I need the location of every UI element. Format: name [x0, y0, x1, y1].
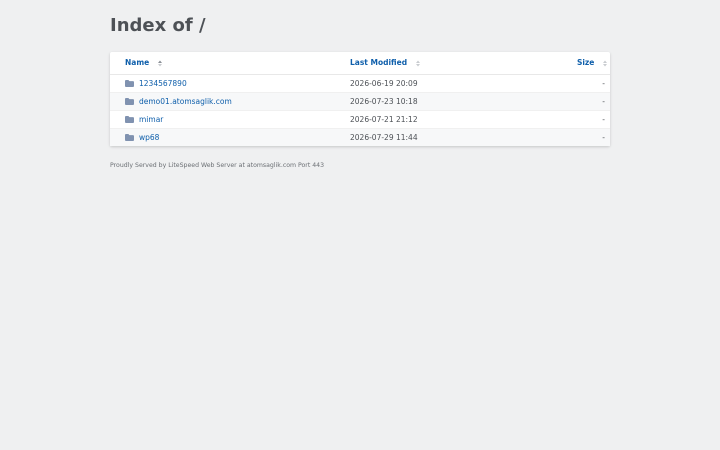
name-cell: wp68 — [110, 128, 350, 146]
folder-link[interactable]: 1234567890 — [139, 79, 187, 88]
column-size-label: Size — [576, 58, 595, 68]
name-cell: mimar — [110, 110, 350, 129]
file-table-card: Name Last Modified Size 1234567890 2026-… — [110, 52, 610, 146]
size-cell: - — [520, 92, 610, 111]
page-title: Index of / — [110, 15, 206, 36]
size-cell: - — [520, 128, 610, 146]
sort-toggle-icon[interactable] — [415, 60, 420, 67]
folder-link[interactable]: wp68 — [139, 133, 159, 142]
modified-cell: 2026-06-19 20:09 — [350, 74, 520, 93]
folder-link[interactable]: mimar — [139, 115, 163, 124]
column-header-modified: Last Modified — [350, 52, 520, 75]
name-cell: demo01.atomsaglik.com — [110, 92, 350, 111]
table-row: mimar 2026-07-21 21:12 - — [110, 110, 610, 129]
modified-cell: 2026-07-29 11:44 — [350, 128, 520, 146]
folder-icon — [125, 80, 134, 87]
table-row: 1234567890 2026-06-19 20:09 - — [110, 74, 610, 93]
sort-asc-icon[interactable] — [157, 60, 162, 67]
file-table: Name Last Modified Size 1234567890 2026-… — [110, 52, 610, 146]
folder-icon — [125, 98, 134, 105]
size-cell: - — [520, 110, 610, 129]
column-name-label: Name — [125, 58, 150, 68]
folder-link[interactable]: demo01.atomsaglik.com — [139, 97, 232, 106]
column-header-name: Name — [110, 52, 350, 75]
size-cell: - — [520, 74, 610, 93]
table-header-row: Name Last Modified Size — [110, 52, 610, 75]
table-row: wp68 2026-07-29 11:44 - — [110, 128, 610, 146]
server-footer: Proudly Served by LiteSpeed Web Server a… — [110, 162, 325, 169]
sort-toggle-icon[interactable] — [603, 60, 607, 67]
modified-cell: 2026-07-23 10:18 — [350, 92, 520, 111]
name-cell: 1234567890 — [110, 74, 350, 93]
sort-by-name-link[interactable]: Name — [125, 58, 149, 67]
column-modified-label: Last Modified — [350, 58, 408, 68]
sort-by-modified-link[interactable]: Last Modified — [350, 58, 407, 67]
folder-icon — [125, 116, 134, 123]
modified-cell: 2026-07-21 21:12 — [350, 110, 520, 129]
column-header-size: Size — [520, 52, 610, 75]
folder-icon — [125, 134, 134, 142]
table-row: demo01.atomsaglik.com 2026-07-23 10:18 - — [110, 92, 610, 111]
sort-by-size-link[interactable]: Size — [577, 58, 594, 67]
